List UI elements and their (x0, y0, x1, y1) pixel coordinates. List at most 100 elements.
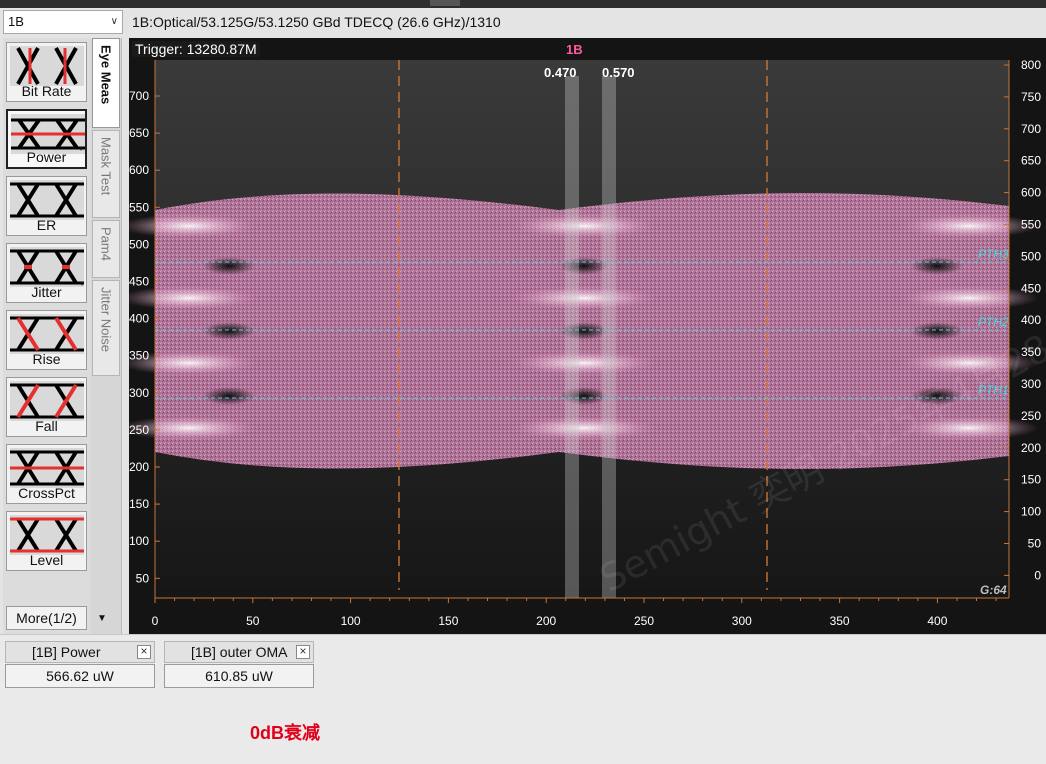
app-window: 1B ∨ 1B:Optical/53.125G/53.1250 GBd TDEC… (0, 0, 1046, 764)
y-right-tick-label: 100 (1021, 505, 1041, 519)
x-tick-label: 250 (634, 614, 654, 628)
y-left-tick-label: 400 (129, 312, 149, 326)
fall-button[interactable]: Fall (6, 377, 87, 437)
y-left-tick-label: 700 (129, 89, 149, 103)
cursor-left-value: 0.470 (544, 65, 577, 80)
crosspct-button[interactable]: CrossPct (6, 444, 87, 504)
er-label: ER (36, 217, 57, 233)
tab-pam4[interactable]: Pam4 (92, 220, 120, 278)
channel-select[interactable]: 1B ∨ (3, 10, 123, 34)
x-tick-label: 350 (830, 614, 850, 628)
measurement-toolbar: Bit Rate ▾ Power ER ▾ Jitter Rise Fall C… (3, 38, 91, 634)
outer-oma-measurement-name: [1B] outer OMA (191, 644, 288, 660)
chevron-down-icon: ∨ (110, 16, 118, 27)
pth2-label: PTH2 (978, 315, 1009, 329)
rise-eye-icon (10, 314, 84, 354)
y-right-tick-label: 450 (1021, 281, 1041, 295)
trigger-label: Trigger: 13280.87M (132, 41, 260, 57)
power-eye-icon (11, 114, 85, 154)
y-right-tick-label: 250 (1021, 409, 1041, 423)
bitrate-eye-icon (10, 46, 84, 86)
y-right-tick-label: 500 (1021, 249, 1041, 263)
jitter-button[interactable]: ▾ Jitter (6, 243, 87, 303)
tab-jitter-noise[interactable]: Jitter Noise (92, 280, 120, 376)
crosspct-label: CrossPct (18, 485, 75, 501)
scroll-down-icon[interactable]: ▼ (97, 613, 107, 624)
rise-button[interactable]: Rise (6, 310, 87, 370)
y-left-tick-label: 500 (129, 237, 149, 251)
outer-oma-measurement: [1B] outer OMA × 610.85 uW (164, 641, 314, 688)
y-left-tick-label: 550 (129, 200, 149, 214)
more-button[interactable]: More(1/2) (6, 606, 87, 630)
y-right-tick-label: 50 (1028, 537, 1042, 551)
outer-oma-measurement-value: 610.85 uW (164, 664, 314, 688)
y-left-tick-label: 250 (129, 423, 149, 437)
outer-oma-measurement-header: [1B] outer OMA × (164, 641, 314, 663)
y-right-tick-label: 600 (1021, 186, 1041, 200)
y-left-tick-label: 350 (129, 349, 149, 363)
close-icon[interactable]: × (296, 645, 310, 659)
y-right-tick-label: 150 (1021, 473, 1041, 487)
y-right-tick-label: 700 (1021, 122, 1041, 136)
y-left-tick-label: 300 (129, 386, 149, 400)
x-tick-label: 50 (246, 614, 260, 628)
x-tick-label: 400 (927, 614, 947, 628)
level-eye-icon (10, 515, 84, 555)
cursor-right-value: 0.570 (602, 65, 635, 80)
tab-stub[interactable] (430, 0, 460, 6)
rise-label: Rise (32, 351, 61, 367)
fall-eye-icon (10, 381, 84, 421)
channel-marker: 1B (566, 42, 583, 57)
y-right-tick-label: 350 (1021, 345, 1041, 359)
channel-select-value: 1B (8, 14, 24, 29)
close-icon[interactable]: × (137, 645, 151, 659)
power-button[interactable]: ▾ Power (6, 109, 87, 169)
bit-rate-button[interactable]: Bit Rate (6, 42, 87, 102)
y-left-tick-label: 150 (129, 497, 149, 511)
power-measurement-value: 566.62 uW (5, 664, 155, 688)
eye-diagram-display[interactable]: PTH3 PTH2 PTH1 1B 0.470 0.570 Semight 奕明… (129, 38, 1046, 634)
x-tick-label: 200 (536, 614, 556, 628)
x-tick-label: 150 (438, 614, 458, 628)
tab-mask-test[interactable]: Mask Test (92, 130, 120, 218)
y-left-tick-label: 100 (129, 534, 149, 548)
tab-pam4-label: Pam4 (98, 227, 114, 261)
y-right-tick-label: 650 (1021, 154, 1041, 168)
er-button[interactable]: ER (6, 176, 87, 236)
tab-eye-meas-label: Eye Meas (98, 45, 114, 105)
gain-label: G:64 (980, 583, 1007, 597)
x-axis-ticks: 0 50 100 150 200 250 300 350 400 (152, 598, 997, 628)
y-left-tick-label: 600 (129, 163, 149, 177)
level-button[interactable]: Level (6, 511, 87, 571)
y-right-tick-label: 550 (1021, 218, 1041, 232)
y-right-tick-label: 750 (1021, 90, 1041, 104)
y-right-tick-label: 300 (1021, 377, 1041, 391)
y-right-tick-label: 400 (1021, 313, 1041, 327)
jitter-eye-icon (10, 247, 84, 287)
power-measurement-header: [1B] Power × (5, 641, 155, 663)
y-right-tick-label: 200 (1021, 441, 1041, 455)
y-right-tick-label: 800 (1021, 58, 1041, 72)
y-right-ticks: 8007507006506005505004504003503002502001… (1004, 58, 1041, 582)
channel-title: 1B:Optical/53.125G/53.1250 GBd TDECQ (26… (132, 14, 501, 30)
tab-mask-test-label: Mask Test (98, 137, 114, 196)
y-left-tick-label: 200 (129, 460, 149, 474)
tab-bar: Eye Meas Mask Test Pam4 Jitter Noise (91, 38, 122, 634)
x-tick-label: 300 (732, 614, 752, 628)
y-left-tick-label: 450 (129, 275, 149, 289)
attenuation-note: 0dB衰减 (250, 723, 321, 743)
y-left-tick-label: 50 (136, 571, 150, 585)
y-right-tick-label: 0 (1034, 568, 1041, 582)
eye-diagram-svg[interactable]: PTH3 PTH2 PTH1 1B 0.470 0.570 Semight 奕明… (129, 38, 1046, 634)
pth3-label: PTH3 (978, 247, 1009, 261)
power-label: Power (26, 149, 67, 165)
window-bar-right[interactable] (602, 76, 616, 598)
tab-jitter-noise-label: Jitter Noise (98, 287, 114, 353)
window-bar-left[interactable] (565, 76, 579, 598)
measurement-results-panel: [1B] Power × 566.62 uW [1B] outer OMA × … (0, 634, 1046, 764)
tab-eye-meas[interactable]: Eye Meas (92, 38, 120, 128)
power-measurement-name: [1B] Power (32, 644, 101, 660)
bit-rate-label: Bit Rate (21, 83, 72, 99)
power-measurement: [1B] Power × 566.62 uW (5, 641, 155, 688)
level-label: Level (29, 552, 64, 568)
